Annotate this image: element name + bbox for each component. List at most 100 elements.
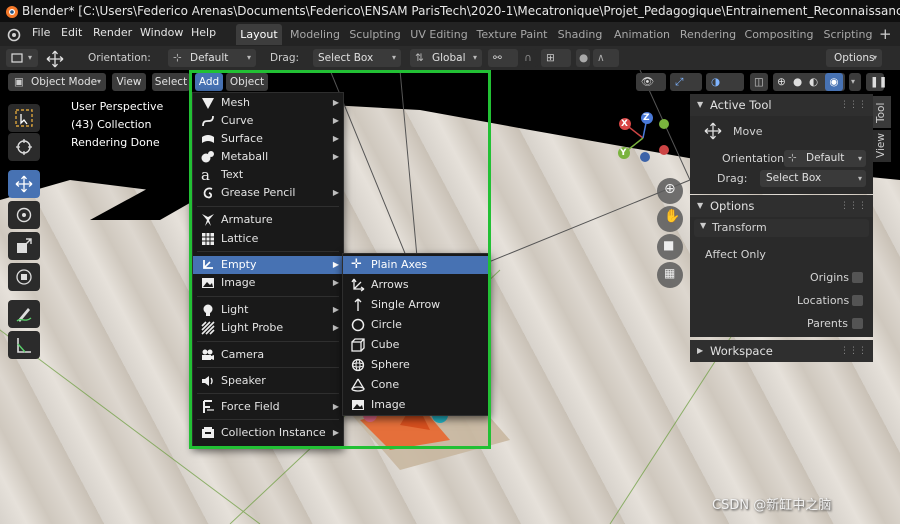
add-menu-item-collection-instance[interactable]: Collection Instance ▶ — [193, 424, 343, 442]
orientation-dropdown[interactable]: ⊹ Default ▾ — [168, 49, 256, 67]
add-workspace-icon[interactable]: + — [879, 24, 892, 44]
tab-sculpting[interactable]: Sculpting — [347, 24, 403, 45]
wireframe-shading-icon[interactable]: ⊕ — [777, 73, 786, 91]
tab-layout[interactable]: Layout — [236, 24, 282, 45]
pan-button[interactable]: ✋ — [657, 206, 683, 232]
add-menu-item-light[interactable]: Light ▶ — [193, 301, 343, 319]
options-dropdown[interactable]: Options ▾ — [826, 49, 882, 67]
tab-animation[interactable]: Animation — [611, 24, 673, 45]
sidebar-tab-tool[interactable]: Tool — [873, 96, 891, 128]
menu-window[interactable]: Window — [140, 22, 183, 46]
menu-object[interactable]: Object — [226, 73, 268, 91]
move-tool[interactable] — [8, 170, 40, 198]
add-menu-item-text[interactable]: a Text — [193, 166, 343, 184]
empty-item-sphere[interactable]: Sphere — [343, 356, 490, 374]
object-mode-dropdown[interactable]: ▣ Object Mode ▾ — [8, 73, 106, 91]
scale-tool[interactable] — [8, 232, 40, 260]
material-shading-icon[interactable]: ◐ — [809, 73, 818, 91]
add-menu-item-light-probe[interactable]: Light Probe ▶ — [193, 319, 343, 337]
drag-handle-icon[interactable]: ⋮⋮⋮ — [840, 94, 867, 116]
snap-target-dropdown[interactable]: ⊞ — [541, 49, 571, 67]
snap-toggle[interactable]: ∩ — [522, 49, 538, 67]
add-menu: Mesh ▶ Curve ▶ Surface ▶ Metaball ▶ a Text G… — [192, 92, 344, 448]
proportional-edit-toggle[interactable]: ● — [576, 49, 590, 67]
xray-toggle[interactable]: ◫ — [750, 73, 768, 91]
overlay-toggle[interactable]: ◑ — [706, 73, 744, 91]
empty-item-arrows[interactable]: Arrows — [343, 276, 490, 294]
tab-modeling[interactable]: Modeling — [287, 24, 343, 45]
menu-edit[interactable]: Edit — [61, 22, 82, 46]
shading-mode-group[interactable]: ⊕ ● ◐ ◉ — [773, 73, 845, 91]
add-menu-item-grease-pencil[interactable]: Grease Pencil ▶ — [193, 184, 343, 202]
blender-menu-icon[interactable] — [5, 26, 21, 42]
cone-label: Cone — [371, 378, 400, 391]
menu-view[interactable]: View — [112, 73, 146, 91]
options-panel-header[interactable]: ▼ Options ⋮⋮⋮ — [690, 195, 873, 217]
empty-item-circle[interactable]: Circle — [343, 316, 490, 334]
add-menu-item-force-field[interactable]: Force Field ▶ — [193, 398, 343, 416]
sidebar-orientation-dropdown[interactable]: ⊹ Default ▾ — [784, 150, 866, 167]
add-menu-item-armature[interactable]: Armature — [193, 211, 343, 229]
drag-dropdown[interactable]: Select Box ▾ — [313, 49, 401, 67]
empty-item-plain-axes[interactable]: ✛ Plain Axes — [343, 256, 490, 274]
visibility-dropdown[interactable]: 👁 — [636, 73, 666, 91]
zoom-button[interactable]: ⊕ — [657, 178, 683, 204]
transform-subpanel-header[interactable]: ▼ Transform — [694, 219, 869, 237]
solid-shading-icon[interactable]: ● — [793, 73, 802, 91]
empty-item-cube[interactable]: Cube — [343, 336, 490, 354]
select-box-tool[interactable] — [8, 104, 40, 132]
tab-compositing[interactable]: Compositing — [743, 24, 815, 45]
origins-checkbox[interactable] — [852, 272, 863, 283]
menu-render[interactable]: Render — [93, 22, 132, 46]
empty-item-cone[interactable]: Cone — [343, 376, 490, 394]
active-tool-panel-header[interactable]: ▼ Active Tool ⋮⋮⋮ — [690, 94, 873, 116]
navigation-gizmo[interactable] — [610, 110, 670, 165]
measure-tool[interactable] — [8, 331, 40, 359]
shading-options-dropdown[interactable]: ▾ — [849, 73, 861, 91]
drag-handle-icon[interactable]: ⋮⋮⋮ — [840, 195, 867, 217]
rendered-shading-icon[interactable]: ◉ — [825, 73, 843, 91]
locations-checkbox[interactable] — [852, 295, 863, 306]
add-menu-item-mesh[interactable]: Mesh ▶ — [193, 94, 343, 112]
add-menu-item-empty[interactable]: Empty ▶ — [193, 256, 343, 274]
add-menu-item-camera[interactable]: Camera — [193, 346, 343, 364]
add-menu-item-lattice[interactable]: Lattice — [193, 230, 343, 248]
empty-item-single-arrow[interactable]: Single Arrow — [343, 296, 490, 314]
tab-shading[interactable]: Shading — [554, 24, 606, 45]
curve-icon — [202, 115, 214, 127]
tab-rendering[interactable]: Rendering — [677, 24, 739, 45]
drag-handle-icon[interactable]: ⋮⋮⋮ — [840, 340, 867, 362]
add-menu-item-surface[interactable]: Surface ▶ — [193, 130, 343, 148]
annotate-tool[interactable] — [8, 300, 40, 328]
parents-checkbox[interactable] — [852, 318, 863, 329]
tool-selector-button[interactable]: ▾ — [6, 49, 38, 67]
sidebar-tab-view[interactable]: View — [873, 130, 891, 162]
gizmo-toggle[interactable]: ⤢ — [670, 73, 702, 91]
drag-value: Select Box — [318, 52, 374, 64]
pivot-point-dropdown[interactable]: ⚯ — [488, 49, 518, 67]
falloff-dropdown[interactable]: ∧ — [593, 49, 619, 67]
tab-scripting[interactable]: Scripting — [820, 24, 876, 45]
rotate-tool[interactable] — [8, 201, 40, 229]
sidebar-toggle[interactable]: ❚❚ — [866, 73, 888, 91]
ortho-toggle-button[interactable]: ▦ — [657, 262, 683, 288]
cursor-tool[interactable] — [8, 133, 40, 161]
tab-uv-editing[interactable]: UV Editing — [408, 24, 470, 45]
transform-tool[interactable] — [8, 263, 40, 291]
add-menu-item-speaker[interactable]: Speaker — [193, 372, 343, 390]
mesh-icon — [202, 98, 214, 109]
transform-orientation-dropdown[interactable]: ⇅ Global ▾ — [410, 49, 482, 67]
menu-select[interactable]: Select — [152, 73, 190, 91]
workspace-panel-header[interactable]: ▶ Workspace ⋮⋮⋮ — [690, 340, 873, 362]
empty-item-image[interactable]: Image — [343, 396, 490, 414]
sidebar-drag-dropdown[interactable]: Select Box ▾ — [760, 170, 866, 187]
camera-view-button[interactable]: ■ — [657, 234, 683, 260]
menu-file[interactable]: File — [32, 22, 50, 46]
menu-separator — [197, 393, 339, 394]
add-menu-item-curve[interactable]: Curve ▶ — [193, 112, 343, 130]
add-menu-item-image[interactable]: Image ▶ — [193, 274, 343, 292]
add-menu-item-metaball[interactable]: Metaball ▶ — [193, 148, 343, 166]
tab-texture-paint[interactable]: Texture Paint — [475, 24, 549, 45]
menu-add[interactable]: Add — [195, 73, 223, 91]
menu-help[interactable]: Help — [191, 22, 216, 46]
